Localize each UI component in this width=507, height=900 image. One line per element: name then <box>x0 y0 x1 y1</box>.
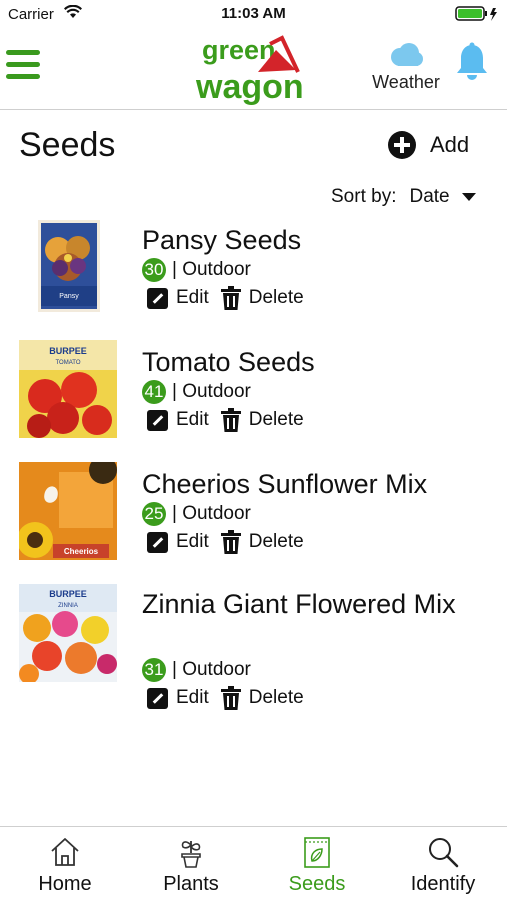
search-icon <box>429 838 459 868</box>
plus-circle-icon <box>388 131 416 159</box>
notifications-button[interactable] <box>455 42 489 87</box>
chevron-down-icon <box>461 193 476 201</box>
seed-actions: Edit Delete <box>147 686 304 710</box>
svg-text:Cheerios: Cheerios <box>64 547 99 556</box>
trash-icon[interactable] <box>220 686 241 710</box>
sort-control[interactable]: Sort by: Date <box>331 186 476 208</box>
edit-button[interactable]: Edit <box>176 531 209 553</box>
menu-bar-icon <box>6 62 40 67</box>
seed-location: | Outdoor <box>172 259 251 280</box>
hamburger-menu-button[interactable] <box>6 50 42 82</box>
bottom-tab-bar: Home Plants Seeds Identify <box>0 826 507 900</box>
menu-bar-icon <box>6 50 40 55</box>
edit-icon[interactable] <box>147 409 168 431</box>
seed-location: | Outdoor <box>172 503 251 524</box>
tab-seeds-label: Seeds <box>288 873 346 895</box>
seed-name: Tomato Seeds <box>142 347 315 377</box>
home-icon <box>51 838 79 866</box>
status-time: 11:03 AM <box>221 5 286 22</box>
seed-count-badge: 30 <box>142 258 166 282</box>
seed-location: | Outdoor <box>172 381 251 402</box>
seed-list-item[interactable]: Pansy Pansy Seeds 30 | Outdoor Edit Dele… <box>0 220 507 320</box>
seed-name: Cheerios Sunflower Mix <box>142 469 428 499</box>
sunflower-packet-image: Cheerios <box>19 462 117 560</box>
edit-button[interactable]: Edit <box>176 409 209 431</box>
delete-button[interactable]: Delete <box>249 409 304 431</box>
trash-icon[interactable] <box>220 286 241 310</box>
tab-identify-label: Identify <box>410 873 476 895</box>
delete-button[interactable]: Delete <box>249 687 304 709</box>
menu-bar-icon <box>6 74 40 79</box>
tab-plants[interactable]: Plants <box>128 827 254 900</box>
seed-list-item[interactable]: BURPEE ZINNIA Zinnia Giant Flowered Mix … <box>0 584 507 714</box>
edit-icon[interactable] <box>147 531 168 553</box>
zinnia-packet-image: BURPEE ZINNIA <box>19 584 117 682</box>
logo-green-text: green <box>202 35 276 65</box>
seed-actions: Edit Delete <box>147 530 304 554</box>
seed-actions: Edit Delete <box>147 286 304 310</box>
page-title: Seeds <box>19 126 116 164</box>
tomato-packet-image: BURPEE TOMATO <box>19 340 117 438</box>
edit-button[interactable]: Edit <box>176 687 209 709</box>
seed-meta: 30 | Outdoor <box>142 258 251 282</box>
seed-count-badge: 25 <box>142 502 166 526</box>
add-seed-button[interactable]: Add <box>388 128 469 162</box>
delete-button[interactable]: Delete <box>249 287 304 309</box>
weather-button[interactable]: Weather <box>366 40 446 100</box>
tab-seeds[interactable]: Seeds <box>254 827 380 900</box>
seed-location: | Outdoor <box>172 659 251 680</box>
tab-home[interactable]: Home <box>2 827 128 900</box>
svg-text:Pansy: Pansy <box>59 293 79 300</box>
pansy-packet-image: Pansy <box>38 220 100 312</box>
edit-icon[interactable] <box>147 687 168 709</box>
edit-icon[interactable] <box>147 287 168 309</box>
seed-packet-icon <box>304 837 330 868</box>
cloud-icon <box>391 43 423 66</box>
svg-text:BURPEE: BURPEE <box>49 346 87 356</box>
svg-text:ZINNIA: ZINNIA <box>58 603 78 609</box>
status-bar: Carrier 11:03 AM <box>0 0 507 28</box>
add-label: Add <box>430 132 470 157</box>
green-wagon-logo: green wagon <box>192 32 320 106</box>
sort-value: Date <box>409 186 450 207</box>
plant-icon <box>181 841 201 868</box>
weather-label: Weather <box>372 72 440 92</box>
tab-plants-label: Plants <box>163 873 219 895</box>
trash-icon[interactable] <box>220 530 241 554</box>
svg-text:TOMATO: TOMATO <box>55 360 80 366</box>
battery-icon <box>455 6 499 27</box>
logo-wagon-text: wagon <box>195 68 304 106</box>
seed-name: Zinnia Giant Flowered Mix <box>142 589 456 619</box>
edit-button[interactable]: Edit <box>176 287 209 309</box>
seed-list-item[interactable]: BURPEE TOMATO Tomato Seeds 41 | Outdoor … <box>0 340 507 444</box>
trash-icon[interactable] <box>220 408 241 432</box>
seed-name: Pansy Seeds <box>142 225 302 255</box>
seed-list-item[interactable]: Cheerios Cheerios Sunflower Mix 25 | Out… <box>0 462 507 566</box>
delete-button[interactable]: Delete <box>249 531 304 553</box>
sort-label: Sort by: <box>331 186 397 207</box>
bell-icon <box>457 42 487 80</box>
seed-meta: 25 | Outdoor <box>142 502 251 526</box>
tab-home-label: Home <box>38 873 92 895</box>
seed-count-badge: 31 <box>142 658 166 682</box>
seed-actions: Edit Delete <box>147 408 304 432</box>
tab-identify[interactable]: Identify <box>380 827 506 900</box>
seed-count-badge: 41 <box>142 380 166 404</box>
seed-meta: 31 | Outdoor <box>142 658 251 682</box>
app-header: green wagon Weather <box>0 28 507 110</box>
seed-meta: 41 | Outdoor <box>142 380 251 404</box>
svg-text:BURPEE: BURPEE <box>49 589 87 599</box>
